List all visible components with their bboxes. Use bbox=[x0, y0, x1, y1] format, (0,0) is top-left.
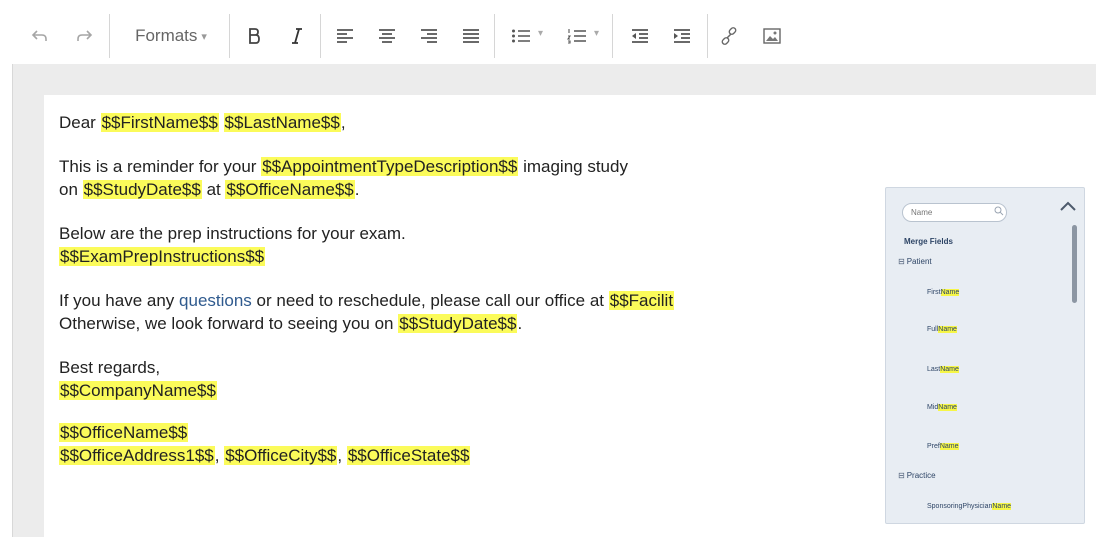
space-text bbox=[219, 113, 224, 132]
at-text: at bbox=[201, 180, 226, 199]
merge-field-last-name[interactable]: $$LastName$$ bbox=[223, 113, 341, 132]
italic-icon bbox=[292, 28, 302, 44]
questions-text: If you have any bbox=[59, 291, 180, 310]
outdent-button[interactable] bbox=[629, 22, 651, 50]
align-right-button[interactable] bbox=[418, 22, 440, 50]
field-label: First bbox=[927, 289, 941, 296]
field-label-match: Name bbox=[940, 366, 959, 373]
comma-text: , bbox=[340, 113, 346, 132]
merge-field-company-name[interactable]: $$CompanyName$$ bbox=[59, 381, 217, 400]
on-text: on bbox=[59, 180, 83, 199]
field-label-match: Name bbox=[938, 404, 957, 411]
look-forward-text: Otherwise, we look forward to seeing you… bbox=[59, 314, 399, 333]
merge-field-study-date[interactable]: $$StudyDate$$ bbox=[82, 180, 202, 199]
insert-link-button[interactable] bbox=[718, 22, 740, 50]
align-left-icon bbox=[337, 29, 353, 43]
merge-field-exam-prep[interactable]: $$ExamPrepInstructions$$ bbox=[59, 247, 266, 266]
merge-field-search-input[interactable] bbox=[902, 203, 1007, 222]
formats-label: Formats bbox=[135, 26, 198, 45]
greeting-text: Dear bbox=[59, 113, 101, 132]
merge-field-office-address[interactable]: $$OfficeAddress1$$ bbox=[59, 446, 215, 465]
greeting-line: Dear $$FirstName$$ $$LastName$$, bbox=[59, 111, 1059, 134]
merge-fields-panel: Merge Fields ⊟ Patient FirstName FullNam… bbox=[885, 187, 1085, 524]
indent-icon bbox=[674, 29, 690, 43]
align-center-button[interactable] bbox=[376, 22, 398, 50]
merge-field-office-name[interactable]: $$OfficeName$$ bbox=[225, 180, 355, 199]
align-left-button[interactable] bbox=[334, 22, 356, 50]
redo-button[interactable] bbox=[72, 22, 96, 50]
indent-button[interactable] bbox=[671, 22, 693, 50]
field-label: Last bbox=[927, 366, 941, 373]
undo-button[interactable] bbox=[28, 22, 52, 50]
field-item-sponsoring-physician-name[interactable]: SponsoringPhysicianName bbox=[927, 503, 1012, 510]
merge-field-office-name-2[interactable]: $$OfficeName$$ bbox=[59, 423, 189, 442]
questions-word: questions bbox=[179, 291, 252, 310]
insert-image-button[interactable] bbox=[761, 22, 783, 50]
merge-field-office-state[interactable]: $$OfficeState$$ bbox=[346, 446, 471, 465]
bullet-list-chevron-icon[interactable]: ▾ bbox=[538, 28, 543, 39]
undo-icon bbox=[31, 30, 47, 41]
field-label: SponsoringPhysician bbox=[927, 503, 993, 510]
field-item-middle-name[interactable]: MidName bbox=[927, 404, 957, 411]
chevron-up-icon bbox=[1060, 201, 1076, 211]
comma-text: , bbox=[214, 446, 225, 465]
period-text: . bbox=[354, 180, 360, 199]
field-label-match: Name bbox=[939, 443, 959, 450]
chevron-down-icon: ▾ bbox=[201, 30, 207, 43]
numbered-list-icon bbox=[567, 29, 586, 44]
field-label: Mid bbox=[927, 404, 939, 411]
imaging-study-text: imaging study bbox=[518, 157, 628, 176]
field-label-match: Name bbox=[992, 503, 1012, 510]
editor-toolbar: Formats ▾ ▾ ▾ bbox=[12, 0, 1096, 65]
reminder-text: This is a reminder for your bbox=[59, 157, 262, 176]
comma-text: , bbox=[337, 446, 347, 465]
bullet-list-icon bbox=[512, 29, 530, 43]
bullet-list-button[interactable] bbox=[509, 22, 533, 50]
collapse-toggle-icon[interactable]: ⊟ bbox=[898, 471, 905, 480]
bold-icon bbox=[249, 28, 260, 44]
align-right-icon bbox=[421, 29, 437, 43]
merge-field-office-city[interactable]: $$OfficeCity$$ bbox=[224, 446, 338, 465]
field-label: Full bbox=[927, 326, 939, 333]
group-practice[interactable]: ⊟ Practice bbox=[898, 471, 936, 480]
align-justify-button[interactable] bbox=[460, 22, 482, 50]
field-item-first-name[interactable]: FirstName bbox=[927, 289, 960, 296]
field-item-last-name[interactable]: LastName bbox=[927, 366, 959, 373]
group-patient[interactable]: ⊟ Patient bbox=[898, 257, 932, 266]
link-icon bbox=[721, 27, 737, 45]
italic-button[interactable] bbox=[287, 22, 307, 50]
field-item-preferred-name[interactable]: PrefName bbox=[927, 443, 959, 450]
numbered-list-button[interactable] bbox=[565, 22, 589, 50]
reschedule-text: or need to reschedule, please call our o… bbox=[251, 291, 609, 310]
group-label: Patient bbox=[906, 257, 932, 266]
collapse-panel-button[interactable] bbox=[1056, 194, 1080, 218]
bold-button[interactable] bbox=[244, 22, 264, 50]
collapse-toggle-icon[interactable]: ⊟ bbox=[898, 257, 905, 266]
image-icon bbox=[763, 28, 781, 44]
merge-field-appointment-type[interactable]: $$AppointmentTypeDescription$$ bbox=[261, 157, 519, 176]
align-justify-icon bbox=[463, 29, 479, 43]
numbered-list-chevron-icon[interactable]: ▾ bbox=[594, 28, 599, 39]
align-center-icon bbox=[379, 29, 395, 43]
search-icon bbox=[994, 206, 1004, 218]
field-item-full-name[interactable]: FullName bbox=[927, 326, 957, 333]
merge-field-first-name[interactable]: $$FirstName$$ bbox=[100, 113, 219, 132]
group-label: Practice bbox=[906, 471, 936, 480]
reminder-line-1: This is a reminder for your $$Appointmen… bbox=[59, 155, 1059, 178]
field-label: Pref bbox=[927, 443, 940, 450]
redo-icon bbox=[77, 30, 93, 41]
period-text: . bbox=[517, 314, 523, 333]
panel-scroll-thumb[interactable] bbox=[1072, 225, 1077, 303]
field-label-match: Name bbox=[938, 326, 957, 333]
merge-field-facility-phone[interactable]: $$Facilit bbox=[608, 291, 675, 310]
merge-field-study-date-2[interactable]: $$StudyDate$$ bbox=[398, 314, 518, 333]
formats-dropdown[interactable]: Formats ▾ bbox=[123, 22, 219, 50]
field-label-match: Name bbox=[940, 289, 960, 296]
outdent-icon bbox=[632, 29, 648, 43]
merge-fields-title: Merge Fields bbox=[904, 237, 953, 246]
